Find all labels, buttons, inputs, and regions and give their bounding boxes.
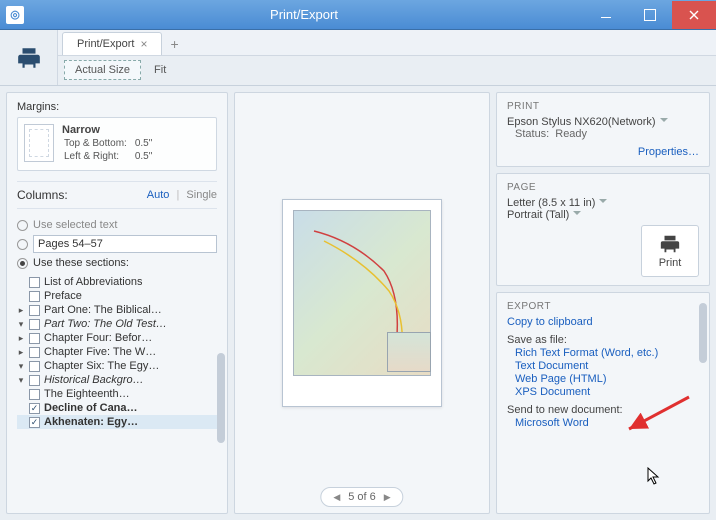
print-panel: PRINT Epson Stylus NX620(Network) Status…: [496, 92, 710, 167]
tree-node[interactable]: ▾Chapter Six: The Egy…: [17, 359, 217, 373]
columns-row: Columns: Auto | Single: [17, 181, 217, 209]
actual-size-button[interactable]: Actual Size: [64, 60, 141, 80]
printer-dropdown[interactable]: Epson Stylus NX620(Network): [507, 116, 699, 128]
pager-next[interactable]: ▶: [384, 492, 391, 503]
preview-page: [282, 199, 442, 407]
margin-thumb-icon: [24, 124, 54, 162]
pages-input[interactable]: [33, 235, 217, 253]
minimize-button[interactable]: [584, 1, 628, 29]
tree-node-selected[interactable]: Akhenaten: Egy…: [17, 415, 217, 429]
use-sections-label: Use these sections:: [33, 257, 129, 269]
tab-close-icon[interactable]: ×: [140, 37, 147, 51]
margins-selector[interactable]: Narrow Top & Bottom:0.5" Left & Right:0.…: [17, 117, 217, 171]
printer-icon: [659, 233, 681, 255]
content: Margins: Narrow Top & Bottom:0.5" Left &…: [0, 86, 716, 520]
left-panel: Margins: Narrow Top & Bottom:0.5" Left &…: [6, 92, 228, 514]
export-xps-link[interactable]: XPS Document: [507, 386, 699, 398]
margin-lr-label: Left & Right:: [64, 151, 133, 162]
tree-node[interactable]: ▾Historical Backgro…: [17, 373, 217, 387]
titlebar: ◎ Print/Export: [0, 0, 716, 30]
columns-label: Columns:: [17, 188, 68, 202]
cursor-icon: [647, 467, 663, 487]
properties-link[interactable]: Properties…: [638, 146, 699, 158]
sendto-label: Send to new document:: [507, 404, 699, 416]
radio-icon: [17, 239, 28, 250]
tree-node[interactable]: The Eighteenth…: [17, 387, 217, 401]
margin-name: Narrow: [62, 124, 160, 136]
export-title: EXPORT: [507, 301, 699, 312]
tab-add-button[interactable]: +: [162, 33, 186, 55]
sections-tree: List of Abbreviations Preface ▸Part One:…: [17, 275, 217, 429]
columns-auto[interactable]: Auto: [147, 189, 170, 201]
tree-node[interactable]: ▸Part One: The Biblical…: [17, 303, 217, 317]
print-button[interactable]: Print: [641, 225, 699, 277]
tree-node[interactable]: List of Abbreviations: [17, 275, 217, 289]
use-selected-label: Use selected text: [33, 219, 117, 231]
tab-print-export[interactable]: Print/Export ×: [62, 32, 162, 55]
fit-button[interactable]: Fit: [143, 60, 177, 80]
tree-node[interactable]: ▸Chapter Four: Befor…: [17, 331, 217, 345]
inset-map: [387, 332, 431, 372]
export-rtf-link[interactable]: Rich Text Format (Word, etc.): [507, 347, 699, 359]
pages-radio[interactable]: [17, 233, 217, 255]
app-icon: ◎: [6, 6, 24, 24]
margin-lr-value: 0.5": [135, 151, 158, 162]
margin-tb-value: 0.5": [135, 138, 158, 149]
pager-text: 5 of 6: [348, 491, 376, 503]
radio-icon: [17, 220, 28, 231]
print-button-label: Print: [659, 257, 682, 269]
tree-node[interactable]: Preface: [17, 289, 217, 303]
export-txt-link[interactable]: Text Document: [507, 360, 699, 372]
right-column: PRINT Epson Stylus NX620(Network) Status…: [496, 92, 710, 514]
toolbar: Print/Export × + Actual Size Fit: [0, 30, 716, 86]
export-html-link[interactable]: Web Page (HTML): [507, 373, 699, 385]
columns-single[interactable]: Single: [186, 189, 217, 201]
export-panel: EXPORT Copy to clipboard Save as file: R…: [496, 292, 710, 514]
columns-sep: |: [177, 189, 180, 201]
margin-tb-label: Top & Bottom:: [64, 138, 133, 149]
copy-clipboard-link[interactable]: Copy to clipboard: [507, 316, 699, 328]
zoom-row: Actual Size Fit: [58, 56, 716, 85]
close-button[interactable]: [672, 1, 716, 29]
radio-icon: [17, 258, 28, 269]
tree-node[interactable]: ▾Part Two: The Old Test…: [17, 317, 217, 331]
export-msword-link[interactable]: Microsoft Word: [507, 417, 699, 429]
close-icon: [688, 9, 700, 21]
orientation-dropdown[interactable]: Portrait (Tall): [507, 209, 699, 221]
maximize-button[interactable]: [628, 1, 672, 29]
tab-strip: Print/Export × +: [58, 30, 716, 56]
status-label: Status:: [515, 128, 549, 140]
tree-node[interactable]: Decline of Cana…: [17, 401, 217, 415]
scrollbar-thumb[interactable]: [699, 303, 707, 363]
pager: ◀ 5 of 6 ▶: [320, 487, 403, 507]
window-title: Print/Export: [24, 7, 584, 22]
margins-label: Margins:: [17, 101, 217, 113]
page-panel: PAGE Letter (8.5 x 11 in) Portrait (Tall…: [496, 173, 710, 286]
use-sections-radio[interactable]: Use these sections:: [17, 255, 217, 271]
page-title: PAGE: [507, 182, 699, 193]
use-selected-radio[interactable]: Use selected text: [17, 217, 217, 233]
scrollbar-thumb[interactable]: [217, 353, 225, 443]
paper-size-dropdown[interactable]: Letter (8.5 x 11 in): [507, 197, 699, 209]
saveas-label: Save as file:: [507, 334, 699, 346]
tab-label: Print/Export: [77, 38, 134, 50]
pager-prev[interactable]: ◀: [333, 492, 340, 503]
preview-panel: ◀ 5 of 6 ▶: [234, 92, 490, 514]
status-value: Ready: [549, 128, 699, 140]
printer-icon-button[interactable]: [0, 30, 58, 85]
print-title: PRINT: [507, 101, 699, 112]
printer-icon: [16, 45, 42, 71]
tree-node[interactable]: ▸Chapter Five: The W…: [17, 345, 217, 359]
